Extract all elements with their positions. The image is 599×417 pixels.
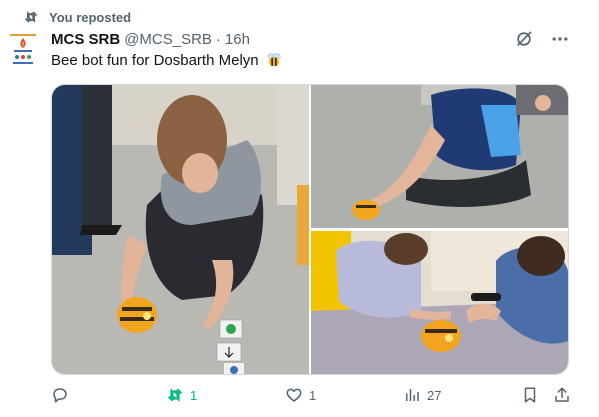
- heart-icon: [286, 388, 302, 402]
- photo-children-at-table[interactable]: [311, 231, 568, 374]
- grok-icon[interactable]: [514, 29, 534, 49]
- display-name[interactable]: MCS SRB: [51, 31, 120, 48]
- more-horizontal-icon[interactable]: [550, 29, 570, 49]
- action-bar: 1 1 27: [51, 386, 571, 406]
- timestamp[interactable]: 16h: [225, 31, 250, 48]
- reply-icon: [53, 388, 67, 403]
- separator-dot: ·: [215, 30, 221, 48]
- repost-banner-text: You reposted: [49, 9, 132, 25]
- repost-icon: [168, 388, 182, 402]
- views-count: 27: [427, 387, 442, 403]
- repost-button[interactable]: 1: [166, 386, 197, 404]
- like-count: 1: [309, 387, 317, 403]
- user-handle[interactable]: @MCS_SRB: [124, 31, 212, 48]
- like-button[interactable]: 1: [285, 386, 316, 404]
- tweet-text: Bee bot fun for Dosbarth Melyn: [51, 51, 283, 69]
- bookmark-icon: [524, 387, 536, 403]
- photo-girl-with-bee-bot[interactable]: [52, 85, 309, 374]
- tweet-body: Bee bot fun for Dosbarth Melyn: [51, 51, 259, 69]
- tweet-header: MCS SRB @MCS_SRB · 16h: [51, 30, 250, 48]
- bee-emoji-icon: [267, 53, 281, 67]
- repost-count: 1: [190, 387, 198, 403]
- bookmark-button[interactable]: [521, 386, 539, 404]
- repost-icon: [25, 11, 37, 23]
- tweet-card[interactable]: You reposted MCS SRB @MCS_SRB · 16h Bee …: [0, 0, 598, 417]
- share-button[interactable]: [553, 386, 571, 404]
- avatar[interactable]: [8, 32, 38, 68]
- repost-banner[interactable]: You reposted: [23, 8, 131, 26]
- photo-boy-kneeling[interactable]: [311, 85, 568, 228]
- header-tools: [514, 29, 570, 49]
- media-grid[interactable]: [51, 84, 569, 375]
- views-button[interactable]: 27: [403, 386, 441, 404]
- analytics-icon: [406, 389, 419, 401]
- share-icon: [555, 387, 569, 402]
- school-logo-icon: [10, 34, 36, 64]
- reply-button[interactable]: [51, 386, 75, 404]
